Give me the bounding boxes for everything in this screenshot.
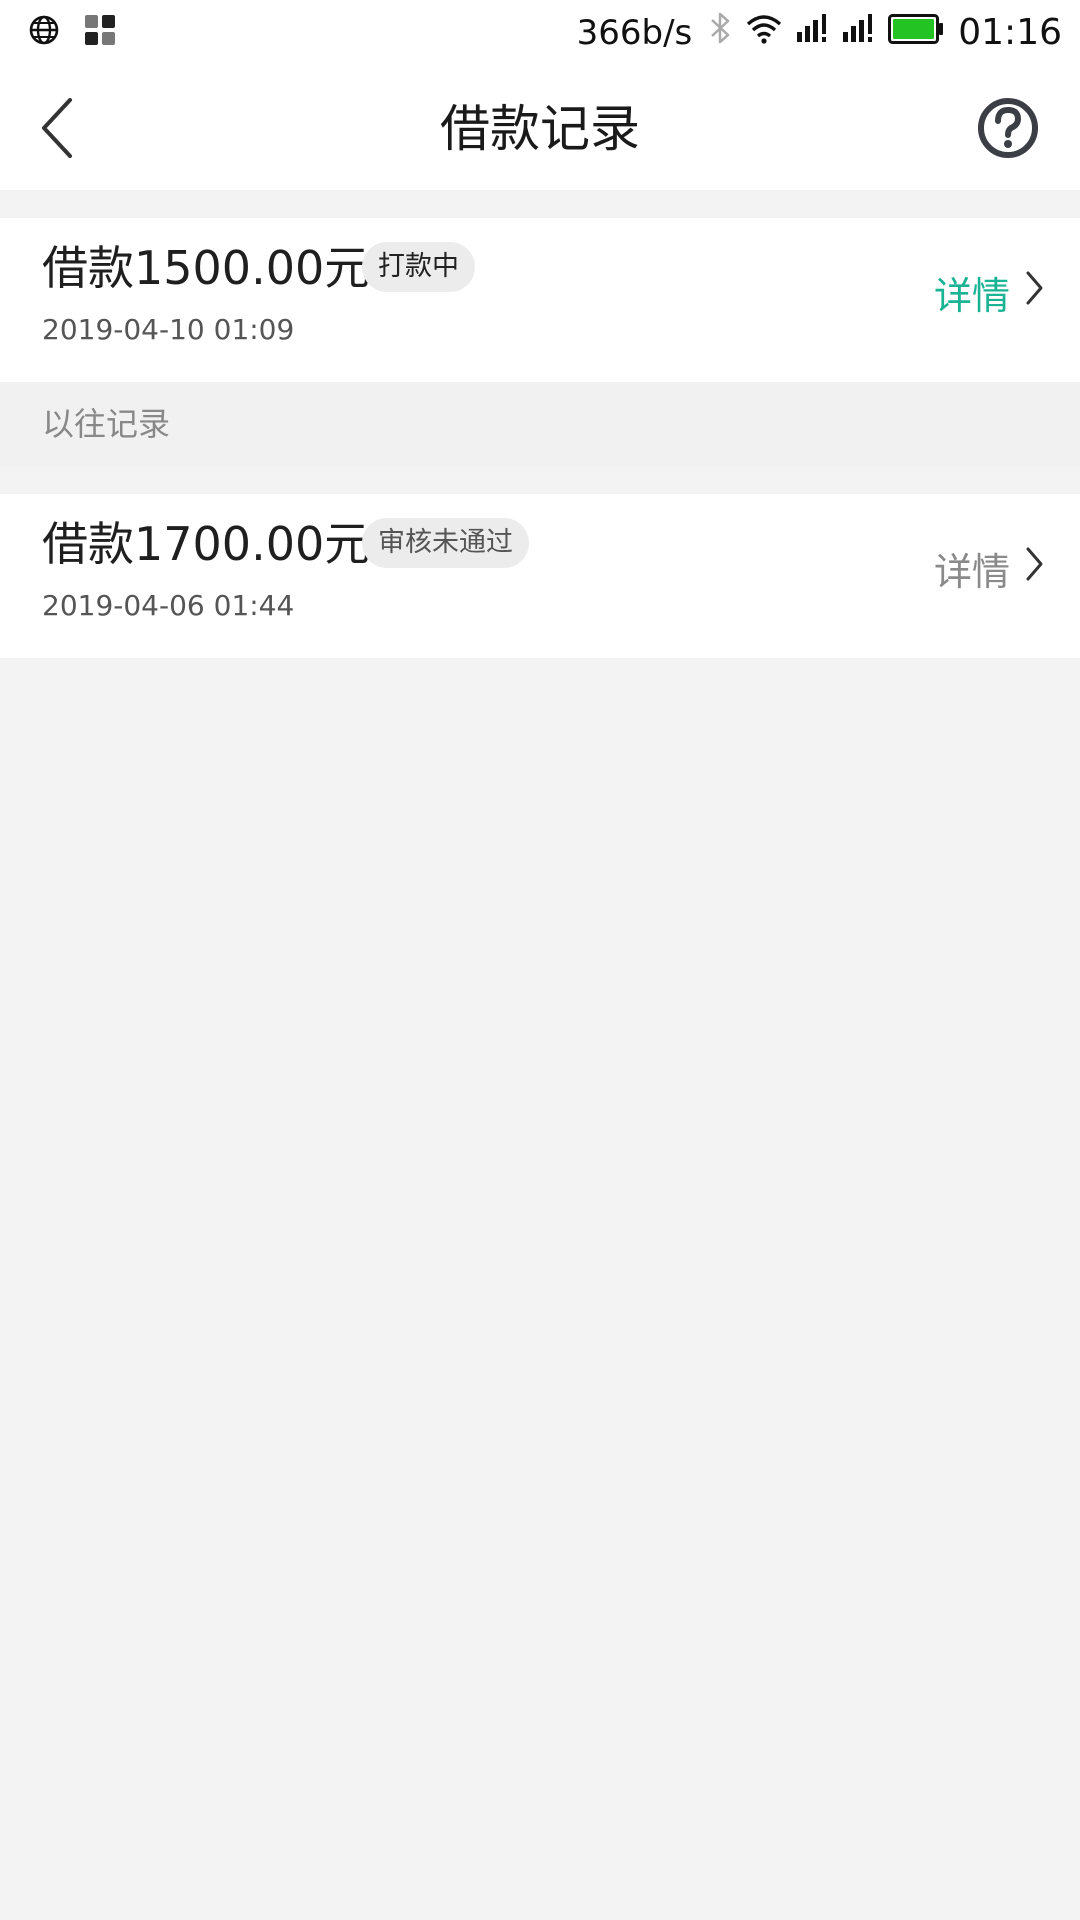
history-section-title: 以往记录 bbox=[42, 405, 171, 443]
nav-bar: 借款记录 bbox=[0, 66, 1080, 190]
list-item[interactable]: 借款1700.00元 审核未通过 2019-04-06 01:44 详情 bbox=[0, 494, 1080, 658]
status-badge: 打款中 bbox=[362, 242, 475, 292]
signal-icon bbox=[796, 12, 830, 53]
status-badge: 审核未通过 bbox=[362, 518, 529, 568]
globe-icon bbox=[28, 14, 60, 50]
status-bar-right: 366b/s 01:16 bbox=[577, 10, 1062, 55]
loan-amount: 借款1500.00元 bbox=[42, 241, 371, 295]
status-bar: 366b/s 01:16 bbox=[0, 0, 1080, 66]
help-button[interactable] bbox=[976, 96, 1040, 160]
bluetooth-icon bbox=[708, 10, 732, 55]
battery-icon bbox=[888, 13, 944, 53]
loan-record-current[interactable]: 借款1500.00元 打款中 2019-04-10 01:09 详情 bbox=[0, 218, 1080, 382]
loan-amount: 借款1700.00元 bbox=[42, 517, 371, 571]
chevron-right-icon bbox=[1024, 268, 1044, 317]
detail-label: 详情 bbox=[933, 549, 1010, 594]
loan-date: 2019-04-06 01:44 bbox=[42, 589, 295, 622]
empty-area bbox=[0, 658, 1080, 1920]
detail-link[interactable]: 详情 bbox=[934, 538, 1044, 598]
network-speed: 366b/s bbox=[576, 12, 693, 53]
app-grid-icon bbox=[84, 14, 116, 50]
page-title: 借款记录 bbox=[440, 100, 640, 158]
help-icon bbox=[976, 98, 1040, 164]
clock: 01:16 bbox=[958, 12, 1062, 53]
chevron-right-icon bbox=[1024, 544, 1044, 593]
detail-label: 详情 bbox=[933, 273, 1010, 318]
detail-link[interactable]: 详情 bbox=[934, 262, 1044, 322]
loan-date: 2019-04-10 01:09 bbox=[42, 313, 295, 346]
signal-icon bbox=[842, 12, 876, 53]
status-bar-left bbox=[28, 14, 116, 50]
history-section-header: 以往记录 bbox=[0, 382, 1080, 466]
wifi-icon bbox=[744, 12, 784, 53]
